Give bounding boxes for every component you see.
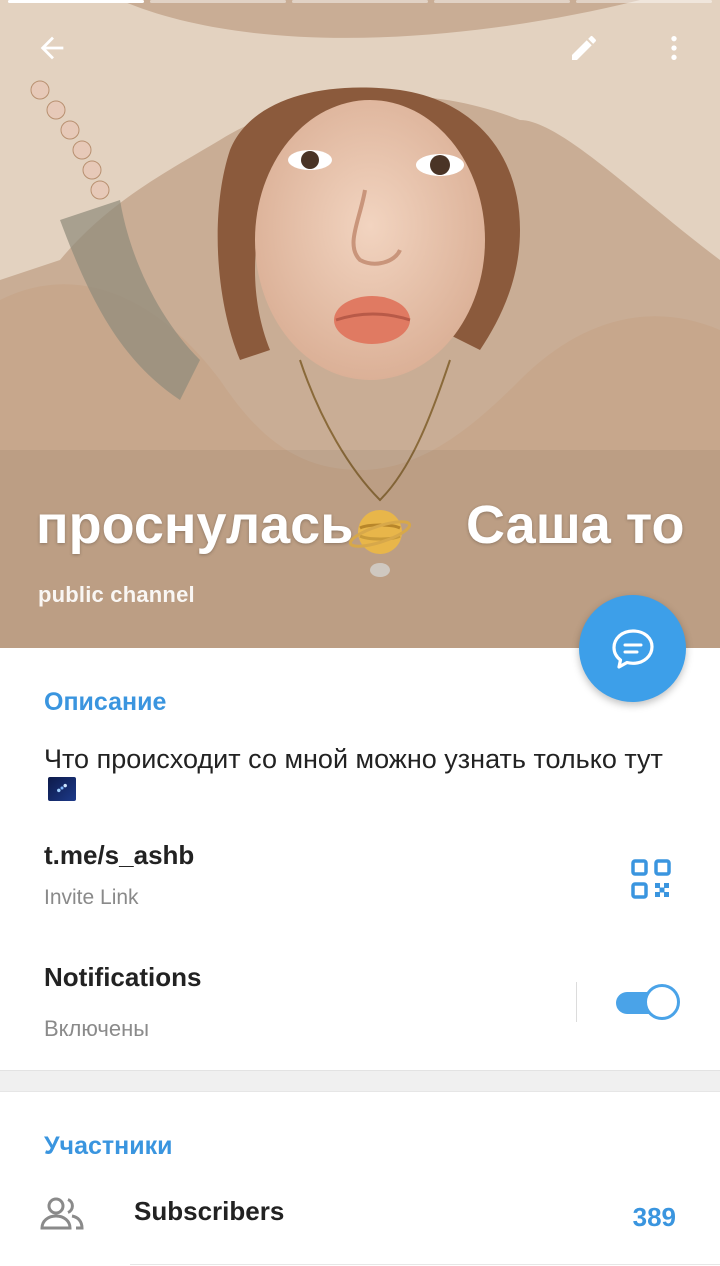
subscribers-count: 389 [632, 1202, 676, 1232]
subscribers-label: Subscribers [134, 1196, 285, 1226]
notifications-label: Notifications [44, 962, 202, 992]
description-text: Что происходит со мной можно узнать толь… [44, 744, 664, 804]
channel-title-left: проснулась [36, 495, 354, 555]
members-title: Участники [44, 1132, 173, 1160]
more-options-button[interactable] [650, 24, 698, 72]
channel-status: public channel [38, 582, 195, 607]
back-button[interactable] [28, 24, 76, 72]
invite-link[interactable]: t.me/s_ashb [44, 840, 194, 871]
story-progress-bars [8, 0, 712, 4]
section-divider [0, 1070, 720, 1092]
channel-header-photo: проснулась Саша то public channel [0, 0, 720, 648]
edit-button[interactable] [560, 24, 608, 72]
channel-info-section: Описание Что происходит со мной можно уз… [0, 648, 720, 1070]
qr-code-icon [631, 859, 671, 899]
row-divider [130, 1264, 720, 1265]
subscribers-row[interactable]: Subscribers 389 [0, 1182, 720, 1258]
night-sky-emoji-icon [48, 777, 76, 801]
people-icon [40, 1197, 84, 1230]
toggle-knob [644, 984, 680, 1020]
notifications-toggle[interactable] [614, 982, 682, 1022]
ringed-planet-icon [348, 510, 412, 577]
description-title: Описание [44, 688, 167, 716]
arrow-left-icon [40, 36, 64, 60]
members-section: Участники Subscribers 389 [0, 1092, 720, 1266]
story-bar [150, 0, 286, 3]
channel-title-right: Саша то [466, 495, 685, 555]
description-body: Что происходит со мной можно узнать толь… [44, 744, 663, 774]
divider [576, 982, 577, 1022]
story-bar [576, 0, 712, 3]
story-bar [8, 0, 144, 3]
notifications-state: Включены [44, 1016, 150, 1041]
more-vertical-icon [671, 36, 677, 60]
qr-code-button[interactable] [628, 856, 674, 902]
message-fab-button[interactable] [579, 595, 686, 702]
pencil-icon [572, 35, 597, 60]
story-bar [434, 0, 570, 3]
invite-link-label: Invite Link [44, 886, 139, 909]
chat-bubble-icon [611, 628, 654, 669]
story-bar [292, 0, 428, 3]
